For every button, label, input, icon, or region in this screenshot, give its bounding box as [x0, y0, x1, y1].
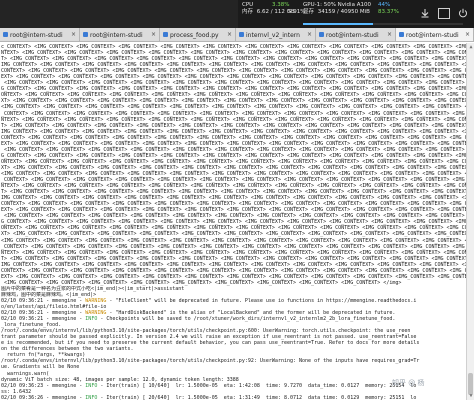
terminal-icon	[83, 32, 88, 37]
tab-label: root@intern-studi	[90, 31, 143, 39]
system-tray	[418, 6, 470, 20]
tab-4[interactable]: internvl_v2_intern ×	[236, 28, 316, 41]
terminal-line: CONTEXT> <IMG_CONTEXT> <IMG_CONTEXT> <IM…	[1, 267, 466, 274]
tab-1[interactable]: root@intern-studi ×	[0, 28, 80, 41]
watermark: 知乎 @ 杨	[392, 379, 425, 387]
terminal-line: <IMG_CONTEXT> <IMG_CONTEXT> <IMG_CONTEXT…	[1, 104, 466, 111]
gpu-usage-fill	[303, 23, 374, 25]
terminal-line: NTEXT> <IMG_CONTEXT> <IMG_CONTEXT> <IMG_…	[1, 116, 466, 123]
cpu-memory-stats: CPU 3.38% 内存 6.62 / 112 GB 5.91%	[242, 2, 305, 16]
close-icon[interactable]: ×	[227, 31, 232, 38]
vertical-scrollbar[interactable]: ▲ ▼	[466, 43, 474, 400]
cpu-value: 3.38%	[272, 2, 290, 8]
tab-6[interactable]: root@intern-studi ×	[396, 28, 474, 41]
terminal-line: NTEXT> <IMG_CONTEXT> <IMG_CONTEXT> <IMG_…	[1, 249, 466, 256]
close-icon[interactable]: ×	[387, 31, 392, 38]
gpu-value: 44%	[378, 2, 391, 8]
tab-5[interactable]: root@intern-studi ×	[316, 28, 396, 41]
terminal-line: IMG_CONTEXT> <IMG_CONTEXT> <IMG_CONTEXT>…	[1, 128, 466, 135]
terminal-line: T> <IMG_CONTEXT> <IMG_CONTEXT> <IMG_CONT…	[1, 122, 466, 129]
terminal-line: CONTEXT> <IMG_CONTEXT> <IMG_CONTEXT> <IM…	[1, 134, 466, 141]
scroll-down-icon[interactable]: ▼	[467, 392, 474, 400]
terminal-line: _CONTEXT> <IMG_CONTEXT> <IMG_CONTEXT> <I…	[1, 110, 466, 117]
gpu-usage-bar	[303, 23, 463, 25]
terminal-line: <IMG_CONTEXT> <IMG_CONTEXT> <IMG_CONTEXT…	[1, 279, 402, 286]
terminal-icon	[319, 32, 324, 37]
vram-label: 显存	[303, 9, 315, 15]
tab-2[interactable]: root@intern-studi ×	[80, 28, 160, 41]
terminal-line: IMG_CONTEXT> <IMG_CONTEXT> <IMG_CONTEXT>…	[1, 261, 466, 268]
gpu-label: GPU-1: 50% Nvidia A100	[303, 2, 371, 8]
power-icon[interactable]	[456, 6, 470, 20]
close-icon[interactable]: ×	[465, 31, 470, 38]
tab-label: root@intern-studi	[10, 31, 63, 39]
close-icon[interactable]: ×	[307, 31, 312, 38]
tab-label: internvl_v2_intern	[246, 31, 300, 39]
terminal-output[interactable]: c_CONTEXT> <IMG_CONTEXT> <IMG_CONTEXT> <…	[0, 43, 466, 400]
terminal-icon	[163, 32, 168, 37]
terminal-tab-bar: root@intern-studi × root@intern-studi × proc…	[0, 28, 474, 42]
vram-percent: 83.37%	[378, 9, 399, 15]
terminal-line: 02/10 09:36:26 - mmengine - INFO - Iter(…	[1, 394, 417, 400]
terminal-icon	[239, 32, 244, 37]
tab-3[interactable]: process_food.py ×	[160, 28, 236, 41]
scroll-up-icon[interactable]: ▲	[467, 43, 474, 51]
memory-label: 内存	[242, 9, 254, 15]
tab-label: root@intern-studi	[406, 31, 459, 39]
terminal-line: _CONTEXT> <IMG_CONTEXT> <IMG_CONTEXT> <I…	[1, 243, 466, 250]
download-icon[interactable]	[418, 6, 432, 20]
terminal-icon	[3, 32, 8, 37]
tab-label: root@intern-studi	[326, 31, 379, 39]
close-icon[interactable]: ×	[71, 31, 76, 38]
terminal-icon	[399, 32, 404, 37]
status-bar-spacer	[0, 0, 238, 28]
tab-label: process_food.py	[170, 31, 219, 39]
terminal-line: <IMG_CONTEXT> <IMG_CONTEXT> <IMG_CONTEXT…	[4, 146, 465, 153]
vram-value: 34159 / 40950 MiB	[317, 9, 370, 15]
gpu-stats: GPU-1: 50% Nvidia A100 44% 显存 34159 / 40…	[303, 2, 399, 16]
system-status-bar: CPU 3.38% 内存 6.62 / 112 GB 5.91% GPU-1: …	[0, 0, 474, 28]
terminal-line: T> <IMG_CONTEXT> <IMG_CONTEXT> <IMG_CONT…	[1, 255, 466, 262]
terminal-line: XT> <IMG_CONTEXT> <IMG_CONTEXT> <IMG_CON…	[1, 231, 466, 238]
terminal-line: <IMG_CONTEXT> <IMG_CONTEXT> <IMG_CONTEXT…	[1, 237, 466, 244]
terminal-line: EXT> <IMG_CONTEXT> <IMG_CONTEXT> <IMG_CO…	[1, 273, 466, 280]
close-icon[interactable]: ×	[151, 31, 156, 38]
cpu-label: CPU	[242, 2, 254, 8]
terminal-line: G_CONTEXT> <IMG_CONTEXT> <IMG_CONTEXT> <…	[1, 152, 466, 159]
window-icon[interactable]	[438, 7, 450, 19]
terminal-line: EXT> <IMG_CONTEXT> <IMG_CONTEXT> <IMG_CO…	[1, 140, 466, 147]
